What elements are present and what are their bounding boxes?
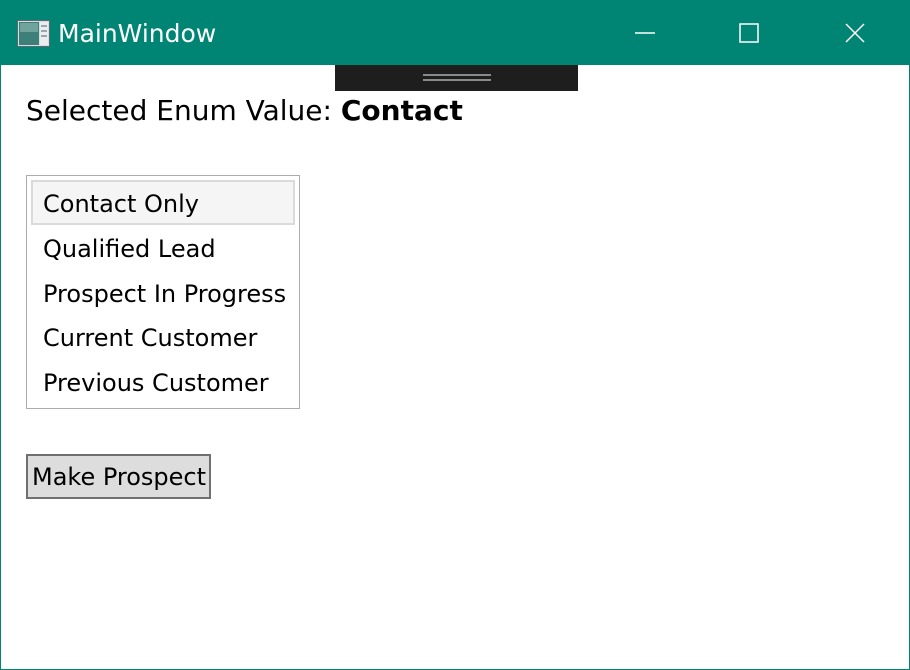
minimize-button[interactable] bbox=[595, 1, 695, 65]
selected-enum-prefix: Selected Enum Value: bbox=[26, 94, 341, 127]
grip-line bbox=[423, 79, 491, 81]
debug-toolbar-handle[interactable] bbox=[335, 65, 578, 91]
selected-enum-label: Selected Enum Value: Contact bbox=[26, 93, 463, 129]
window-title: MainWindow bbox=[58, 19, 217, 48]
list-item[interactable]: Qualified Lead bbox=[31, 225, 295, 270]
list-item[interactable]: Prospect In Progress bbox=[31, 270, 295, 315]
maximize-button[interactable] bbox=[699, 1, 799, 65]
selected-enum-value: Contact bbox=[340, 94, 463, 127]
list-item[interactable]: Current Customer bbox=[31, 314, 295, 359]
main-window: MainWindow Selected Enum Value: Contact … bbox=[0, 0, 910, 670]
app-window-icon bbox=[17, 20, 50, 47]
list-item-label: Prospect In Progress bbox=[43, 279, 287, 308]
list-item[interactable]: Previous Customer bbox=[31, 359, 295, 404]
list-item-label: Contact Only bbox=[43, 190, 199, 218]
list-item-label: Current Customer bbox=[43, 324, 258, 353]
list-item-label: Qualified Lead bbox=[43, 234, 216, 263]
grip-line bbox=[423, 74, 491, 76]
make-prospect-button[interactable]: Make Prospect bbox=[26, 454, 211, 499]
close-icon bbox=[844, 22, 866, 44]
list-item[interactable]: Contact Only bbox=[31, 180, 295, 225]
list-item-label: Previous Customer bbox=[43, 369, 269, 398]
enum-listbox[interactable]: Contact Only Qualified Lead Prospect In … bbox=[26, 175, 300, 409]
minimize-icon bbox=[634, 22, 656, 44]
title-bar[interactable]: MainWindow bbox=[1, 1, 909, 65]
maximize-icon bbox=[738, 22, 760, 44]
close-button[interactable] bbox=[805, 1, 905, 65]
